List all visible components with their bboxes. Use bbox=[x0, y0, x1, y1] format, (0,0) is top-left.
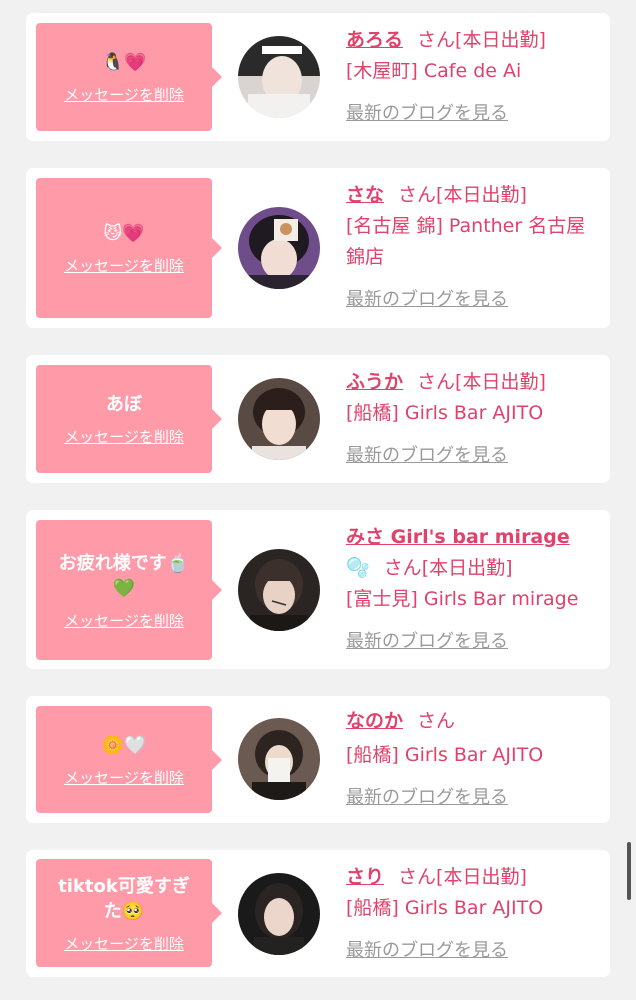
delete-message-link[interactable]: メッセージを削除 bbox=[64, 428, 184, 446]
cast-info: さり さん[本日出勤] [船橋] Girls Bar AJITO 最新のブログを見… bbox=[346, 862, 600, 966]
attendance-status: [本日出勤] bbox=[421, 557, 513, 579]
cast-name-link[interactable]: あろる bbox=[346, 29, 403, 51]
attendance-status: [本日出勤] bbox=[436, 866, 527, 888]
avatar[interactable] bbox=[238, 36, 320, 118]
message-bubble: 😼💗 メッセージを削除 bbox=[36, 178, 222, 318]
honorific: さん bbox=[383, 557, 422, 579]
avatar[interactable] bbox=[238, 873, 320, 955]
message-text: お疲れ様です🍵💚 bbox=[58, 552, 190, 599]
cast-name-link[interactable]: さり bbox=[346, 866, 384, 888]
attendance-status: [本日出勤] bbox=[455, 29, 546, 51]
message-text: 🌼🤍 bbox=[101, 734, 147, 756]
shop-label: [船橋] Girls Bar AJITO bbox=[346, 402, 544, 424]
latest-blog-link[interactable]: 最新のブログを見る bbox=[346, 787, 508, 808]
cast-info: みさ Girl's bar mirage 🫧 さん[本日出勤] [富士見] Gir… bbox=[346, 522, 600, 657]
shop-label: [木屋町] Cafe de Ai bbox=[346, 60, 522, 82]
honorific: さん bbox=[417, 710, 456, 732]
honorific: さん bbox=[398, 866, 437, 888]
delete-message-link[interactable]: メッセージを削除 bbox=[64, 86, 184, 104]
delete-message-link[interactable]: メッセージを削除 bbox=[64, 769, 184, 787]
cast-name-link[interactable]: みさ Girl's bar mirage bbox=[346, 526, 570, 548]
avatar[interactable] bbox=[238, 207, 320, 289]
delete-message-link[interactable]: メッセージを削除 bbox=[64, 935, 184, 953]
honorific: さん bbox=[398, 184, 437, 206]
message-card: 🌼🤍 メッセージを削除 なのか さん [船橋] Girls Bar AJITO 最… bbox=[26, 696, 610, 823]
cast-name-link[interactable]: なのか bbox=[346, 710, 403, 732]
avatar-photo bbox=[238, 718, 320, 800]
avatar[interactable] bbox=[238, 718, 320, 800]
message-bubble: tiktok可愛すぎた🥺 メッセージを削除 bbox=[36, 859, 222, 967]
cast-info: さな さん[本日出勤] [名古屋 錦] Panther 名古屋錦店 最新のブログを… bbox=[346, 180, 600, 315]
message-card: お疲れ様です🍵💚 メッセージを削除 みさ Girl's bar mirage 🫧… bbox=[26, 510, 610, 669]
shop-label: [船橋] Girls Bar AJITO bbox=[346, 744, 544, 766]
avatar[interactable] bbox=[238, 549, 320, 631]
message-bubble: 🐧💗 メッセージを削除 bbox=[36, 23, 222, 131]
message-card: 🐧💗 メッセージを削除 あろる さん[本日出勤] [木屋町] Cafe de Ai… bbox=[26, 13, 610, 141]
message-text: あぼ bbox=[106, 394, 142, 415]
avatar-photo bbox=[238, 207, 320, 289]
cast-name-link[interactable]: さな bbox=[346, 184, 384, 206]
message-card: 😼💗 メッセージを削除 さな さん[本日出勤] [名古屋 錦] Panther 名… bbox=[26, 168, 610, 328]
attendance-status: [本日出勤] bbox=[436, 184, 527, 206]
avatar-photo bbox=[238, 549, 320, 631]
avatar[interactable] bbox=[238, 378, 320, 460]
honorific: さん bbox=[417, 371, 456, 393]
cast-name-link[interactable]: ふうか bbox=[346, 371, 403, 393]
avatar-photo bbox=[238, 378, 320, 460]
latest-blog-link[interactable]: 最新のブログを見る bbox=[346, 940, 508, 961]
message-text: tiktok可愛すぎた🥺 bbox=[58, 875, 190, 922]
latest-blog-link[interactable]: 最新のブログを見る bbox=[346, 631, 508, 652]
message-bubble: 🌼🤍 メッセージを削除 bbox=[36, 706, 222, 813]
attendance-status: [本日出勤] bbox=[455, 371, 546, 393]
message-list: 🐧💗 メッセージを削除 あろる さん[本日出勤] [木屋町] Cafe de Ai… bbox=[0, 0, 636, 1000]
avatar-photo bbox=[238, 36, 320, 118]
message-card: tiktok可愛すぎた🥺 メッセージを削除 さり さん[本日出勤] [船橋] Gi… bbox=[26, 850, 610, 977]
message-bubble: お疲れ様です🍵💚 メッセージを削除 bbox=[36, 520, 222, 660]
message-bubble: あぼ メッセージを削除 bbox=[36, 365, 222, 473]
delete-message-link[interactable]: メッセージを削除 bbox=[64, 612, 184, 630]
message-text: 😼💗 bbox=[103, 223, 145, 244]
scrollbar-thumb[interactable] bbox=[627, 842, 631, 900]
name-suffix: 🫧 bbox=[346, 557, 370, 579]
message-text: 🐧💗 bbox=[101, 52, 147, 73]
shop-label: [名古屋 錦] Panther 名古屋錦店 bbox=[346, 215, 586, 268]
cast-info: ふうか さん[本日出勤] [船橋] Girls Bar AJITO 最新のブログを… bbox=[346, 367, 600, 471]
message-card: あぼ メッセージを削除 ふうか さん[本日出勤] [船橋] Girls Bar A… bbox=[26, 355, 610, 483]
latest-blog-link[interactable]: 最新のブログを見る bbox=[346, 289, 508, 310]
shop-label: [船橋] Girls Bar AJITO bbox=[346, 897, 544, 919]
latest-blog-link[interactable]: 最新のブログを見る bbox=[346, 445, 508, 466]
honorific: さん bbox=[417, 29, 456, 51]
shop-label: [富士見] Girls Bar mirage bbox=[346, 588, 579, 610]
cast-info: あろる さん[本日出勤] [木屋町] Cafe de Ai 最新のブログを見る bbox=[346, 25, 600, 129]
latest-blog-link[interactable]: 最新のブログを見る bbox=[346, 103, 508, 124]
cast-info: なのか さん [船橋] Girls Bar AJITO 最新のブログを見る bbox=[346, 706, 600, 813]
delete-message-link[interactable]: メッセージを削除 bbox=[64, 257, 184, 275]
avatar-photo bbox=[238, 873, 320, 955]
